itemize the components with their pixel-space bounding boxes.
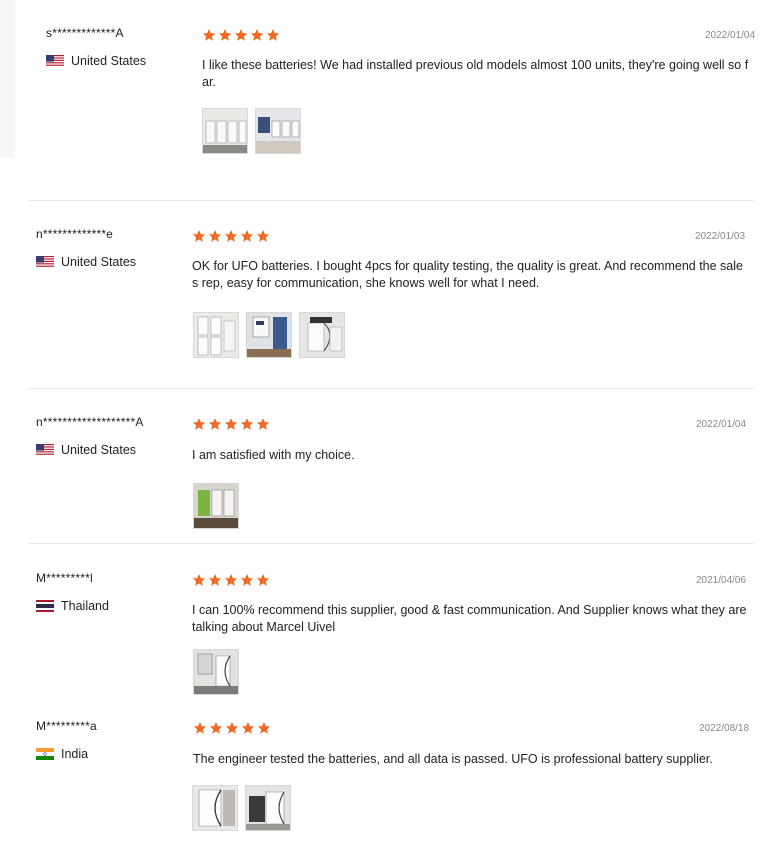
reviewer-country: Thailand (36, 599, 109, 613)
review-item: s*************A United States 2022/01/04… (46, 26, 766, 166)
review-item: M*********l Thailand 2021/04/06 I can 10… (36, 571, 756, 696)
review-text: I can 100% recommend this supplier, good… (192, 603, 747, 634)
reviewer-country: India (36, 747, 88, 761)
review-item: n*******************A United States 2022… (36, 415, 756, 529)
review-photo-thumbnail[interactable] (193, 649, 239, 695)
star-icon (256, 418, 270, 430)
us-flag-icon (46, 55, 64, 67)
us-flag-icon (36, 256, 54, 268)
review-item: M*********a India 2022/08/18 The enginee… (36, 719, 756, 844)
review-photo-thumbnail[interactable] (245, 785, 291, 831)
review-photo-thumbnail[interactable] (299, 312, 345, 358)
rating-stars (202, 28, 280, 42)
review-photos (193, 649, 239, 695)
review-date: 2022/01/04 (705, 30, 756, 41)
star-icon (202, 29, 216, 41)
review-date: 2022/08/18 (699, 723, 750, 734)
review-date: 2022/01/03 (695, 231, 746, 242)
rating-stars (193, 721, 271, 735)
review-photo-thumbnail[interactable] (193, 312, 239, 358)
reviewer-country: United States (36, 443, 136, 457)
star-icon (224, 230, 238, 242)
star-icon (218, 29, 232, 41)
star-icon (241, 722, 255, 734)
country-label: United States (61, 255, 137, 269)
star-icon (266, 29, 280, 41)
review-divider (28, 200, 754, 201)
reviewer-name: s*************A (46, 26, 124, 40)
review-photo-thumbnail[interactable] (246, 312, 292, 358)
country-label: United States (61, 443, 137, 457)
reviews-page: s*************A United States 2022/01/04… (0, 0, 775, 854)
review-date: 2021/04/06 (696, 575, 747, 586)
star-icon (256, 574, 270, 586)
reviewer-name: n*************e (36, 227, 114, 241)
review-photo-thumbnail[interactable] (192, 785, 238, 831)
review-photos (192, 785, 291, 831)
star-icon (240, 418, 254, 430)
country-label: India (61, 747, 89, 761)
star-icon (192, 230, 206, 242)
review-photo-thumbnail[interactable] (202, 108, 248, 154)
star-icon (250, 29, 264, 41)
star-icon (192, 574, 206, 586)
review-date: 2022/01/04 (696, 419, 747, 430)
reviewer-country: United States (36, 255, 136, 269)
review-photos (202, 108, 301, 154)
us-flag-icon (36, 444, 54, 456)
star-icon (192, 418, 206, 430)
star-icon (224, 418, 238, 430)
star-icon (209, 722, 223, 734)
review-photos (193, 312, 345, 358)
review-photos (193, 483, 239, 529)
rating-stars (192, 229, 270, 243)
reviewer-name: M*********l (36, 571, 93, 585)
star-icon (257, 722, 271, 734)
star-icon (208, 230, 222, 242)
reviewer-name: M*********a (36, 719, 97, 733)
country-label: United States (71, 54, 147, 68)
star-icon (240, 574, 254, 586)
star-icon (234, 29, 248, 41)
reviewer-country: United States (46, 54, 146, 68)
star-icon (225, 722, 239, 734)
review-text: I am satisfied with my choice. (192, 448, 355, 462)
review-text: OK for UFO batteries. I bought 4pcs for … (192, 259, 743, 290)
rating-stars (192, 573, 270, 587)
star-icon (256, 230, 270, 242)
review-divider (28, 543, 754, 544)
star-icon (240, 230, 254, 242)
star-icon (193, 722, 207, 734)
thailand-flag-icon (36, 600, 54, 612)
country-label: Thailand (61, 599, 109, 613)
review-text: I like these batteries! We had installed… (202, 58, 749, 89)
review-photo-thumbnail[interactable] (255, 108, 301, 154)
review-divider (28, 388, 754, 389)
left-edge-strip (0, 0, 15, 158)
star-icon (208, 418, 222, 430)
review-text: The engineer tested the batteries, and a… (193, 752, 713, 766)
star-icon (224, 574, 238, 586)
review-photo-thumbnail[interactable] (193, 483, 239, 529)
star-icon (208, 574, 222, 586)
rating-stars (192, 417, 270, 431)
india-flag-icon (36, 748, 54, 760)
reviewer-name: n*******************A (36, 415, 144, 429)
review-item: n*************e United States 2022/01/03… (36, 227, 756, 367)
